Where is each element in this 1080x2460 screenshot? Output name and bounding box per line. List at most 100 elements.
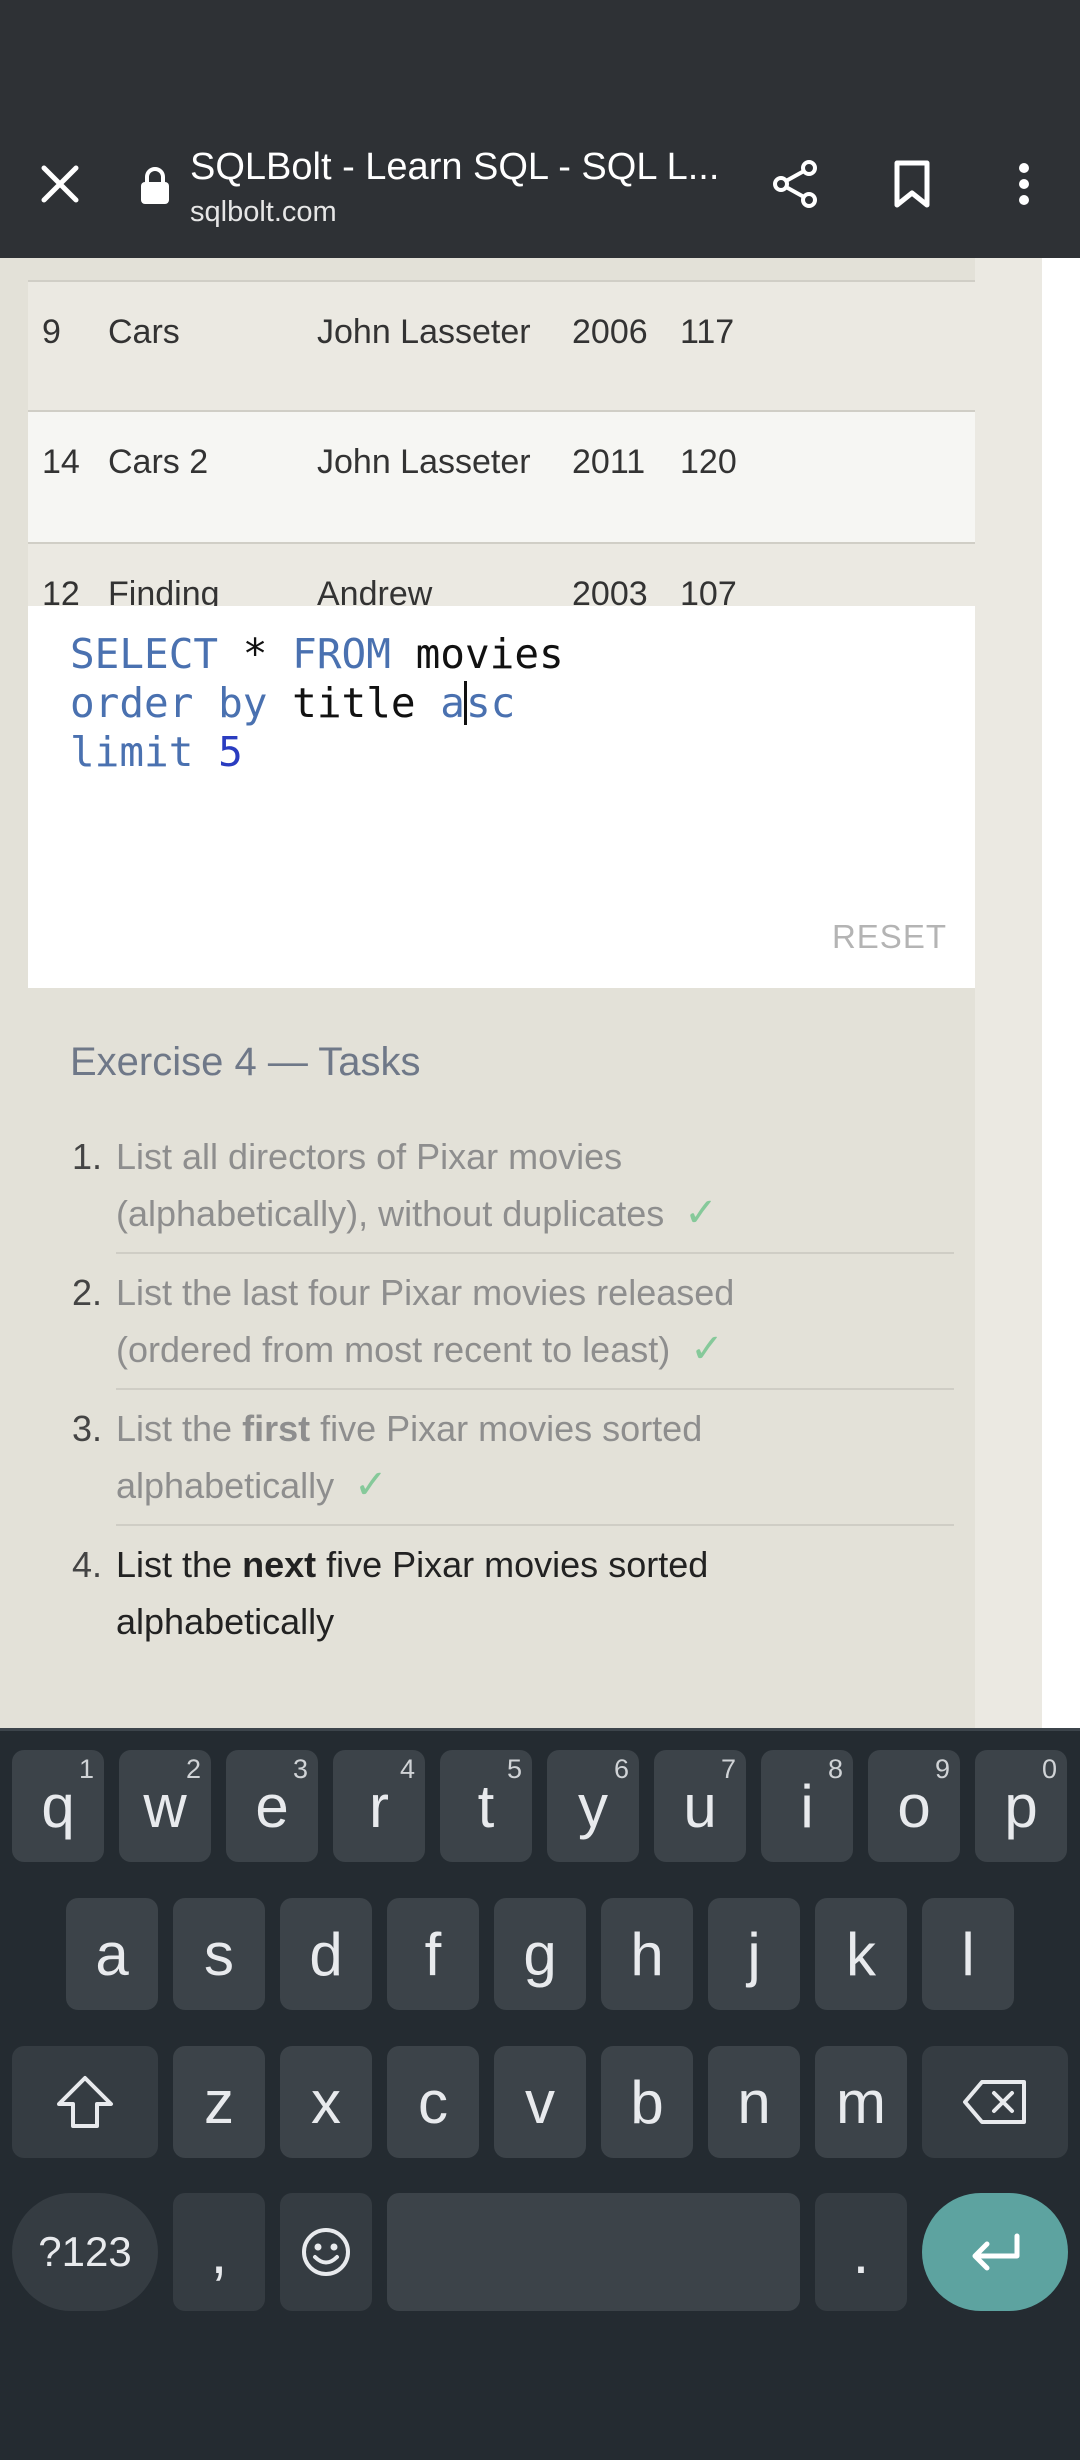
key-l[interactable]: l xyxy=(922,1898,1014,2010)
key-label: i xyxy=(800,1772,814,1840)
task-text: List the xyxy=(116,1544,243,1585)
key-a[interactable]: a xyxy=(66,1898,158,2010)
spacebar-key[interactable] xyxy=(387,2193,800,2311)
key-hint: 4 xyxy=(399,1754,415,1784)
table-row: 12 Finding Andrew 2003 107 xyxy=(28,544,975,606)
cell-id: 9 xyxy=(42,313,61,351)
key-y[interactable]: y6 xyxy=(547,1750,639,1862)
key-hint: 2 xyxy=(185,1754,201,1784)
key-k[interactable]: k xyxy=(815,1898,907,2010)
cell-title: Cars 2 xyxy=(108,443,209,481)
task-text: (alphabetically), without duplicates xyxy=(116,1193,665,1234)
sql-keyword: limit xyxy=(70,728,194,776)
sql-keyword: order by xyxy=(70,679,268,727)
key-n[interactable]: n xyxy=(708,2046,800,2158)
cell-director: John Lasseter xyxy=(317,443,531,481)
exercise-title: Exercise 4 — Tasks xyxy=(70,1040,421,1084)
results-table[interactable]: 9 Cars John Lasseter 2006 117 14 Cars 2 … xyxy=(28,258,975,606)
key-w[interactable]: w2 xyxy=(119,1750,211,1862)
cell-length: 107 xyxy=(680,575,737,606)
task-text: alphabetically xyxy=(116,1465,335,1506)
task-text: List all directors of Pixar movies xyxy=(116,1136,623,1177)
backspace-icon xyxy=(963,2080,1026,2124)
comma-key[interactable]: , xyxy=(173,2193,265,2311)
more-options-icon[interactable] xyxy=(992,152,1056,216)
key-m[interactable]: m xyxy=(815,2046,907,2158)
task-number: 4. xyxy=(72,1544,103,1585)
shift-key[interactable] xyxy=(12,2046,158,2158)
key-q[interactable]: q1 xyxy=(12,1750,104,1862)
sql-text: * xyxy=(218,630,293,678)
cell-year: 2003 xyxy=(572,575,648,606)
on-screen-keyboard: q1 w2 e3 r4 t5 y6 u7 i8 o9 p0 a s d f g … xyxy=(0,1728,1080,2460)
period-key[interactable]: . xyxy=(815,2193,907,2311)
key-g[interactable]: g xyxy=(494,1898,586,2010)
cell-year: 2011 xyxy=(572,443,646,481)
key-d[interactable]: d xyxy=(280,1898,372,2010)
backspace-key[interactable] xyxy=(922,2046,1068,2158)
key-i[interactable]: i8 xyxy=(761,1750,853,1862)
key-r[interactable]: r4 xyxy=(333,1750,425,1862)
check-icon: ✓ xyxy=(690,1327,724,1371)
key-label: r xyxy=(369,1772,389,1840)
key-u[interactable]: u7 xyxy=(654,1750,746,1862)
cell-title: Finding xyxy=(108,575,220,606)
key-h[interactable]: h xyxy=(601,1898,693,2010)
key-j[interactable]: j xyxy=(708,1898,800,2010)
task-emphasis: first xyxy=(242,1408,311,1449)
sql-keyword: SELECT xyxy=(70,630,219,678)
cell-length: 117 xyxy=(680,313,735,351)
sql-text: movies xyxy=(390,630,564,678)
key-hint: 5 xyxy=(506,1754,522,1784)
close-icon[interactable] xyxy=(28,152,92,216)
key-z[interactable]: z xyxy=(173,2046,265,2158)
key-label: e xyxy=(255,1772,289,1840)
sql-keyword: sc xyxy=(465,679,516,727)
sql-editor[interactable]: SELECT * FROM movies order by title asc … xyxy=(28,606,975,988)
key-f[interactable]: f xyxy=(387,1898,479,2010)
check-icon: ✓ xyxy=(354,1463,388,1507)
symbols-key[interactable]: ?123 xyxy=(12,2193,158,2311)
divider xyxy=(116,1524,954,1526)
emoji-key[interactable] xyxy=(280,2193,372,2311)
page-edge xyxy=(1042,258,1080,1728)
share-icon[interactable] xyxy=(764,152,828,216)
page-margin xyxy=(975,258,1042,1728)
reset-button[interactable]: RESET xyxy=(832,918,947,956)
cell-director: Andrew xyxy=(317,575,433,606)
key-e[interactable]: e3 xyxy=(226,1750,318,1862)
key-label: y xyxy=(578,1772,608,1840)
check-icon: ✓ xyxy=(684,1191,718,1235)
task-text: five Pixar movies sorted xyxy=(316,1544,709,1585)
task-number: 3. xyxy=(72,1408,103,1449)
enter-icon xyxy=(972,2233,1020,2271)
key-p[interactable]: p0 xyxy=(975,1750,1067,1862)
divider xyxy=(116,1388,954,1390)
web-page: 9 Cars John Lasseter 2006 117 14 Cars 2 … xyxy=(0,258,1080,1728)
page-url[interactable]: sqlbolt.com xyxy=(190,196,337,229)
task-text: (ordered from most recent to least) xyxy=(116,1329,671,1370)
enter-key[interactable] xyxy=(922,2193,1068,2311)
key-o[interactable]: o9 xyxy=(868,1750,960,1862)
sql-code[interactable]: SELECT * FROM movies order by title asc … xyxy=(70,630,564,777)
divider xyxy=(116,1252,954,1254)
key-x[interactable]: x xyxy=(280,2046,372,2158)
bookmark-icon[interactable] xyxy=(880,152,944,216)
key-hint: 1 xyxy=(78,1754,94,1784)
browser-toolbar: SQLBolt - Learn SQL - SQL L... sqlbolt.c… xyxy=(0,110,1080,258)
lock-icon xyxy=(138,166,172,206)
page-title[interactable]: SQLBolt - Learn SQL - SQL L... xyxy=(190,146,730,189)
cell-id: 14 xyxy=(42,443,80,481)
key-label: w xyxy=(143,1772,187,1840)
key-t[interactable]: t5 xyxy=(440,1750,532,1862)
sql-text: title xyxy=(267,679,441,727)
key-hint: 9 xyxy=(934,1754,950,1784)
key-b[interactable]: b xyxy=(601,2046,693,2158)
cell-director: John Lasseter xyxy=(317,313,531,351)
key-v[interactable]: v xyxy=(494,2046,586,2158)
key-hint: 7 xyxy=(720,1754,736,1784)
task-text: alphabetically xyxy=(116,1601,335,1642)
task-text: List the xyxy=(116,1408,243,1449)
key-s[interactable]: s xyxy=(173,1898,265,2010)
key-c[interactable]: c xyxy=(387,2046,479,2158)
